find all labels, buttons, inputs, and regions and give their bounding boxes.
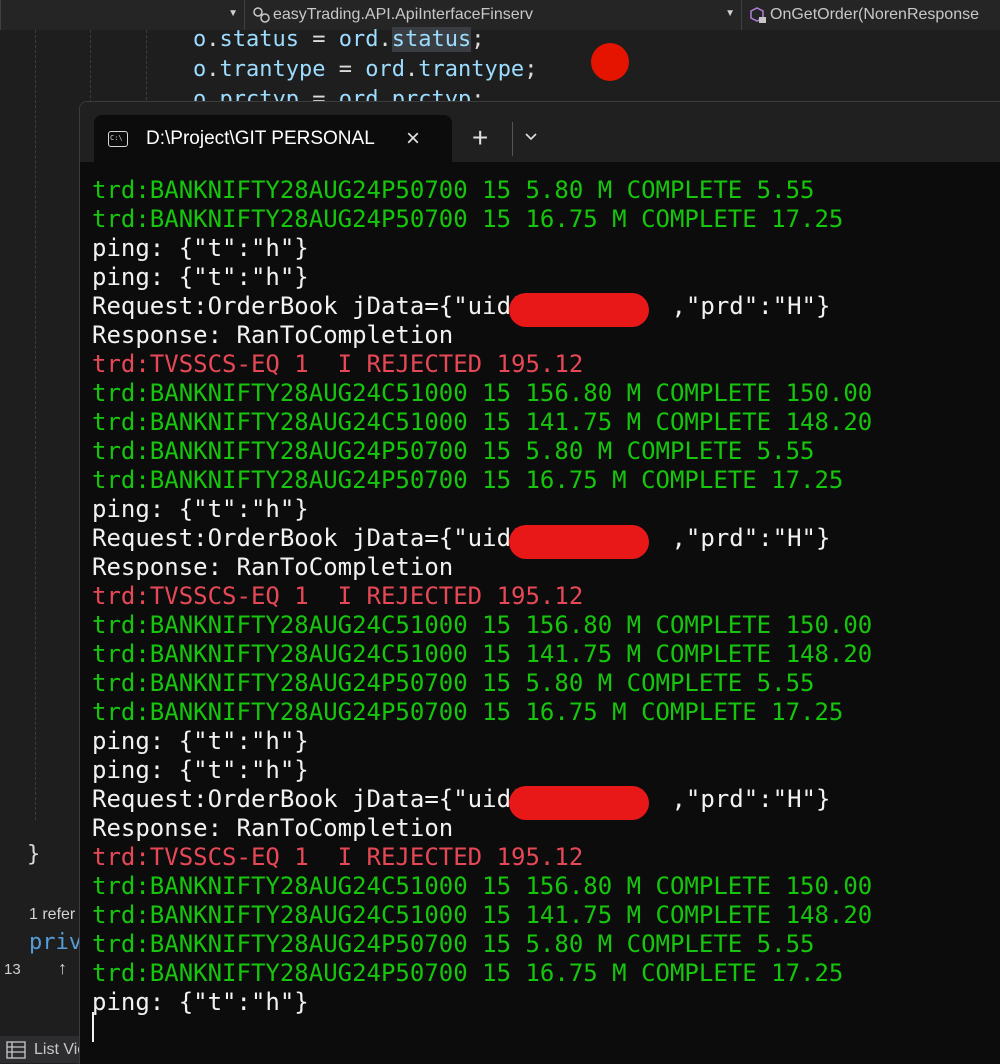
console-line: trd:TVSSCS-EQ 1 I REJECTED 195.12	[92, 843, 1000, 872]
console-line: trd:BANKNIFTY28AUG24P50700 15 16.75 M CO…	[92, 959, 1000, 988]
console-line: trd:BANKNIFTY28AUG24P50700 15 5.80 M COM…	[92, 930, 1000, 959]
terminal-tab-title: D:\Project\GIT PERSONAL	[146, 127, 375, 149]
editor-navigation-bar: ▼ easyTrading.API.ApiInterfaceFinserv ▼ …	[0, 0, 1000, 31]
project-name: easyTrading.API.ApiInterfaceFinserv	[273, 6, 533, 23]
console-line-text: trd:BANKNIFTY28AUG24C51000 15 156.80 M C…	[92, 379, 873, 407]
console-line: Response: RanToCompletion	[92, 553, 1000, 582]
console-line: trd:BANKNIFTY28AUG24C51000 15 156.80 M C…	[92, 379, 1000, 408]
console-line-text: trd:BANKNIFTY28AUG24P50700 15 16.75 M CO…	[92, 698, 844, 726]
console-line-suffix: ,"prd":"H"}	[671, 524, 831, 552]
console-line-text: Response: RanToCompletion	[92, 553, 454, 581]
console-line-text: trd:TVSSCS-EQ 1 I REJECTED 195.12	[92, 843, 584, 871]
code-line[interactable]: o.status = ord.status;	[193, 26, 484, 54]
console-line-text: trd:BANKNIFTY28AUG24C51000 15 156.80 M C…	[92, 872, 873, 900]
console-line-text: Response: RanToCompletion	[92, 321, 454, 349]
close-tab-icon[interactable]: ×	[406, 126, 420, 151]
console-line-suffix: ,"prd":"H"}	[671, 785, 831, 813]
terminal-tab[interactable]: D:\Project\GIT PERSONAL ×	[94, 115, 452, 162]
chevron-down-icon: ▼	[725, 8, 735, 19]
console-line: ping: {"t":"h"}	[92, 756, 1000, 785]
list-icon	[6, 1040, 26, 1059]
console-line-text: trd:BANKNIFTY28AUG24C51000 15 141.75 M C…	[92, 408, 873, 436]
console-line: ping: {"t":"h"}	[92, 263, 1000, 292]
indent-guide	[146, 30, 147, 100]
arrow-up-icon[interactable]: ↑	[58, 958, 67, 979]
console-line: trd:BANKNIFTY28AUG24P50700 15 16.75 M CO…	[92, 466, 1000, 495]
codelens-references[interactable]: 1 refer	[29, 906, 75, 924]
console-line-text: ping: {"t":"h"}	[92, 234, 309, 262]
console-line: trd:BANKNIFTY28AUG24C51000 15 141.75 M C…	[92, 901, 1000, 930]
console-line-text: ping: {"t":"h"}	[92, 727, 309, 755]
terminal-tab-bar: D:\Project\GIT PERSONAL × +	[80, 102, 1000, 162]
console-line-text: trd:BANKNIFTY28AUG24P50700 15 5.80 M COM…	[92, 669, 815, 697]
console-line-text: trd:BANKNIFTY28AUG24P50700 15 5.80 M COM…	[92, 176, 815, 204]
console-line: ping: {"t":"h"}	[92, 988, 1000, 1017]
chevron-down-icon[interactable]	[524, 130, 538, 144]
console-line: Request:OrderBook jData={"uid" ,"prd":"H"…	[92, 292, 1000, 327]
command-prompt-icon	[108, 130, 128, 147]
indent-guide	[35, 30, 36, 820]
console-line: trd:BANKNIFTY28AUG24C51000 15 141.75 M C…	[92, 640, 1000, 669]
class-icon	[253, 7, 270, 23]
line-count: 13	[4, 961, 21, 978]
console-line-text: trd:BANKNIFTY28AUG24P50700 15 5.80 M COM…	[92, 437, 815, 465]
new-tab-icon[interactable]: +	[472, 124, 488, 152]
member-name: OnGetOrder(NorenResponse	[770, 6, 979, 23]
console-line-text: trd:BANKNIFTY28AUG24C51000 15 156.80 M C…	[92, 611, 873, 639]
editor-status-row: 13 ↑	[0, 958, 80, 984]
console-line-text: Response: RanToCompletion	[92, 814, 454, 842]
console-line-text: ping: {"t":"h"}	[92, 756, 309, 784]
console-line: trd:TVSSCS-EQ 1 I REJECTED 195.12	[92, 582, 1000, 611]
console-line-text: trd:BANKNIFTY28AUG24P50700 15 5.80 M COM…	[92, 930, 815, 958]
closing-brace: }	[27, 842, 41, 867]
console-line: trd:BANKNIFTY28AUG24P50700 15 16.75 M CO…	[92, 205, 1000, 234]
console-line-text: ping: {"t":"h"}	[92, 495, 309, 523]
console-line: ping: {"t":"h"}	[92, 234, 1000, 263]
console-line: trd:BANKNIFTY28AUG24C51000 15 156.80 M C…	[92, 611, 1000, 640]
breakpoint-icon[interactable]	[591, 43, 629, 81]
console-line: ping: {"t":"h"}	[92, 727, 1000, 756]
console-line-text: trd:BANKNIFTY28AUG24P50700 15 16.75 M CO…	[92, 205, 844, 233]
console-line-text: Request:OrderBook jData={"uid"	[92, 292, 526, 320]
console-line: trd:TVSSCS-EQ 1 I REJECTED 195.12	[92, 350, 1000, 379]
chevron-down-icon: ▼	[228, 8, 238, 19]
method-lock-icon	[750, 7, 766, 23]
console-line-text: trd:BANKNIFTY28AUG24P50700 15 16.75 M CO…	[92, 959, 844, 987]
console-output[interactable]: trd:BANKNIFTY28AUG24P50700 15 5.80 M COM…	[92, 176, 1000, 1017]
console-line-text: trd:TVSSCS-EQ 1 I REJECTED 195.12	[92, 350, 584, 378]
console-line: trd:BANKNIFTY28AUG24P50700 15 5.80 M COM…	[92, 176, 1000, 205]
private-keyword: priv	[29, 930, 82, 955]
console-line: Request:OrderBook jData={"uid" ,"prd":"H"…	[92, 785, 1000, 820]
console-line: Response: RanToCompletion	[92, 814, 1000, 843]
console-line: trd:BANKNIFTY28AUG24P50700 15 16.75 M CO…	[92, 698, 1000, 727]
console-line: Response: RanToCompletion	[92, 321, 1000, 350]
console-line-text: trd:BANKNIFTY28AUG24C51000 15 141.75 M C…	[92, 640, 873, 668]
console-line: trd:BANKNIFTY28AUG24P50700 15 5.80 M COM…	[92, 437, 1000, 466]
text-cursor	[92, 1012, 94, 1042]
console-line-text: ping: {"t":"h"}	[92, 263, 309, 291]
terminal-window[interactable]: D:\Project\GIT PERSONAL × + trd:BANKNIFT…	[79, 101, 1000, 1064]
code-line[interactable]: o.trantype = ord.trantype;	[193, 56, 537, 84]
console-line: Request:OrderBook jData={"uid" ,"prd":"H"…	[92, 524, 1000, 559]
member-dropdown[interactable]: OnGetOrder(NorenResponse	[741, 0, 1000, 30]
console-line: trd:BANKNIFTY28AUG24P50700 15 5.80 M COM…	[92, 669, 1000, 698]
console-line: ping: {"t":"h"}	[92, 495, 1000, 524]
console-line-text: trd:BANKNIFTY28AUG24C51000 15 141.75 M C…	[92, 901, 873, 929]
console-line-text: trd:TVSSCS-EQ 1 I REJECTED 195.12	[92, 582, 584, 610]
console-line-text: Request:OrderBook jData={"uid"	[92, 785, 526, 813]
tab-divider	[512, 122, 513, 156]
console-line: trd:BANKNIFTY28AUG24C51000 15 141.75 M C…	[92, 408, 1000, 437]
console-line-suffix: ,"prd":"H"}	[671, 292, 831, 320]
console-line-text: ping: {"t":"h"}	[92, 988, 309, 1016]
console-line-text: trd:BANKNIFTY28AUG24P50700 15 16.75 M CO…	[92, 466, 844, 494]
console-line: trd:BANKNIFTY28AUG24C51000 15 156.80 M C…	[92, 872, 1000, 901]
console-line-text: Request:OrderBook jData={"uid"	[92, 524, 526, 552]
